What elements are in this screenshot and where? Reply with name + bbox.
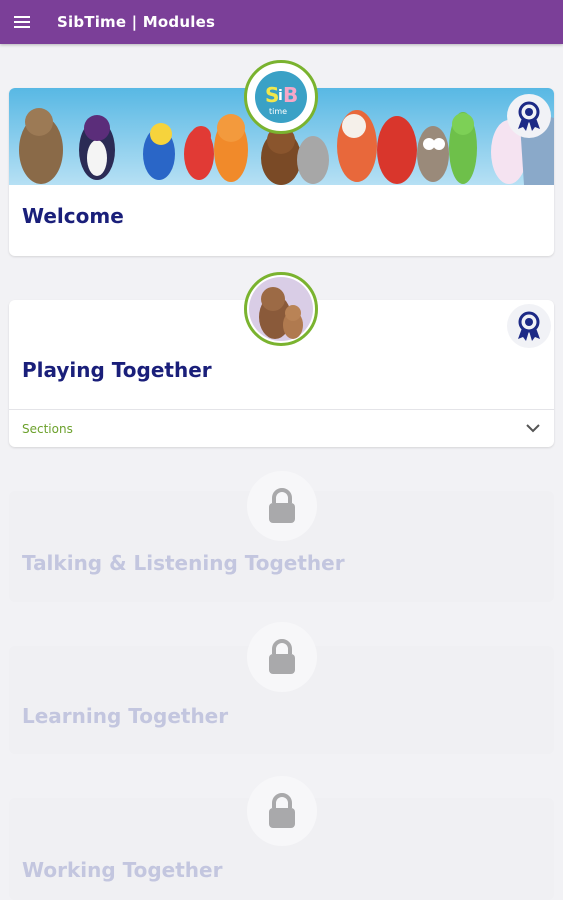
lock-badge bbox=[247, 622, 317, 692]
lock-badge bbox=[247, 776, 317, 846]
sibtime-logo-icon: S i B time bbox=[255, 71, 307, 123]
module-title: Talking & Listening Together bbox=[22, 551, 345, 575]
module-title: Learning Together bbox=[22, 704, 229, 728]
sibtime-logo: S i B time bbox=[244, 60, 318, 134]
bear-family-icon bbox=[249, 277, 313, 341]
lock-icon bbox=[269, 793, 295, 828]
app-bar: SibTime | Modules bbox=[0, 0, 563, 44]
lock-icon bbox=[269, 488, 295, 523]
award-ribbon-icon bbox=[518, 311, 540, 341]
menu-button[interactable] bbox=[0, 0, 44, 44]
module-title: Working Together bbox=[22, 858, 223, 882]
svg-text:time: time bbox=[269, 107, 287, 116]
hamburger-menu-icon bbox=[14, 16, 30, 28]
module-title: Playing Together bbox=[22, 358, 212, 382]
award-ribbon-icon bbox=[518, 101, 540, 131]
svg-text:B: B bbox=[283, 83, 298, 107]
lock-icon bbox=[269, 639, 295, 674]
module-title: Welcome bbox=[22, 204, 124, 228]
bear-family-image bbox=[244, 272, 318, 346]
sections-expander[interactable]: Sections bbox=[9, 410, 554, 447]
award-badge-button[interactable] bbox=[507, 94, 551, 138]
chevron-down-icon bbox=[526, 424, 540, 433]
award-badge-button[interactable] bbox=[507, 304, 551, 348]
lock-badge bbox=[247, 471, 317, 541]
page-title: SibTime | Modules bbox=[57, 13, 216, 31]
sections-label: Sections bbox=[22, 422, 73, 436]
